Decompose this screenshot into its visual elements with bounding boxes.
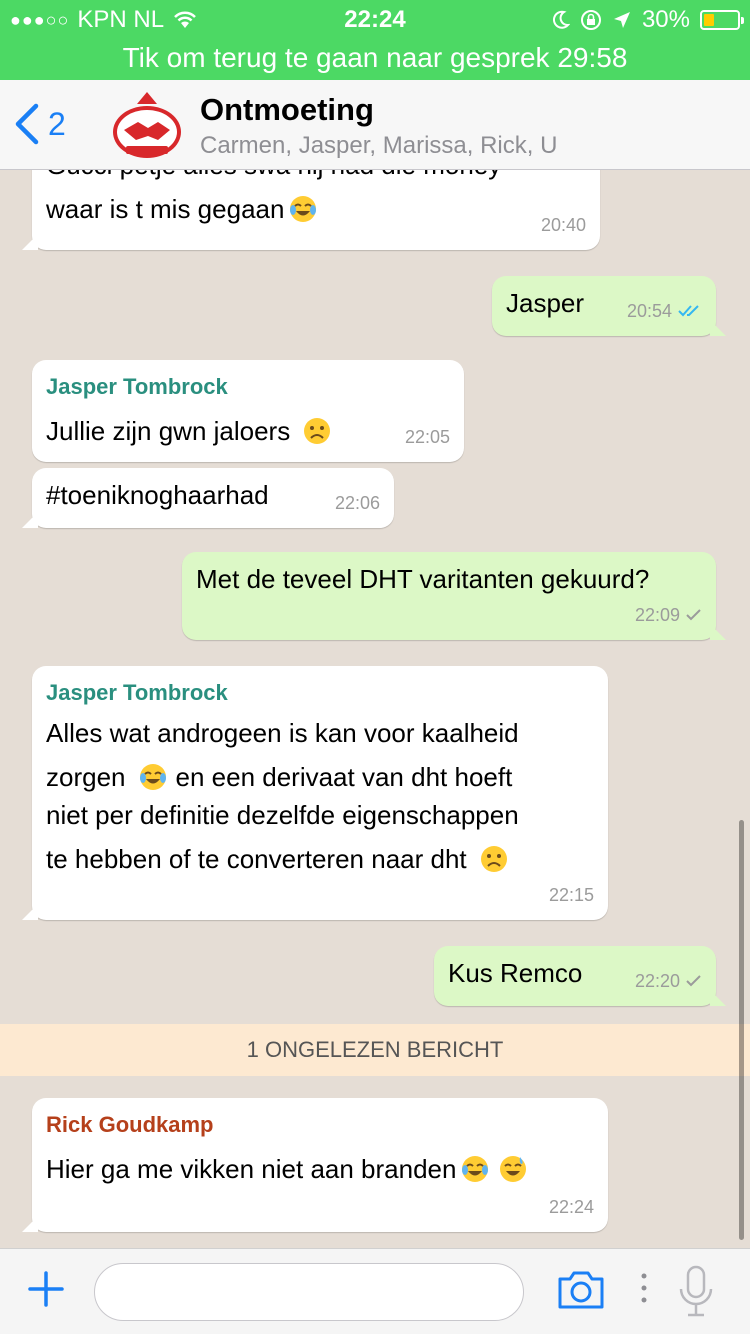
message-text-line: Gucci petje alles swa hij had die money [46, 170, 501, 186]
outgoing-message[interactable]: Jasper 20:54 [492, 276, 726, 336]
back-button[interactable]: 2 [14, 102, 66, 146]
frowning-emoji-icon [304, 418, 331, 444]
tears-of-joy-emoji-icon [139, 764, 166, 790]
single-check-sent-icon [686, 609, 701, 621]
incoming-message[interactable]: Jasper Tombrock Jullie zijn gwn jaloers … [32, 360, 464, 462]
unread-chats-count: 2 [48, 105, 66, 142]
return-to-call-banner[interactable]: Tik om terug te gaan naar gesprek 29:58 [0, 42, 750, 74]
message-text: Hier ga me vikken niet aan branden [46, 1148, 528, 1190]
status-bar: ●●●○○ KPN NL 22:24 30% Tik om terug te g… [0, 0, 750, 80]
message-input[interactable] [94, 1263, 524, 1321]
message-time: 22:09 [634, 605, 680, 625]
message-meta: 20:54 [627, 290, 702, 332]
chat-area[interactable]: Gucci petje alles swa hij had die money … [0, 170, 750, 1248]
message-time: 22:05 [404, 427, 450, 447]
incoming-message[interactable]: Gucci petje alles swa hij had die money … [22, 170, 600, 250]
battery-percent: 30% [641, 6, 690, 33]
message-text: Jullie zijn gwn jaloers [46, 410, 332, 452]
message-meta: 22:09 [635, 594, 702, 636]
outgoing-message[interactable]: Met de teveel DHT varitanten gekuurd? 22… [182, 552, 726, 640]
message-meta: 22:05 [405, 416, 450, 458]
grinning-sweat-emoji-icon [500, 1156, 527, 1182]
incoming-message[interactable]: #toeniknoghaarhad 22:06 [22, 468, 394, 528]
moon-icon [552, 10, 570, 29]
frowning-emoji-icon [480, 846, 507, 872]
message-text-line: Alles wat androgeen is kan voor kaalheid [46, 718, 519, 748]
message-text-line: waar is t mis gegaan [46, 188, 318, 230]
incoming-message[interactable]: Jasper Tombrock Alles wat androgeen is k… [22, 666, 608, 920]
message-time: 22:20 [634, 971, 680, 991]
message-meta: 22:06 [335, 482, 380, 524]
outgoing-message[interactable]: Kus Remco 22:20 [434, 946, 726, 1006]
chat-scrollbar[interactable] [739, 820, 744, 1240]
message-time: 22:24 [548, 1197, 594, 1217]
chevron-left-icon [15, 103, 39, 145]
group-avatar[interactable] [110, 88, 184, 162]
microphone-icon[interactable] [676, 1265, 716, 1319]
message-time: 22:06 [334, 493, 380, 513]
message-meta: 20:40 [541, 204, 586, 246]
tears-of-joy-emoji-icon [462, 1156, 489, 1182]
location-arrow-icon [613, 12, 630, 28]
unread-messages-banner: 1 ONGELEZEN BERICHT [0, 1024, 750, 1076]
incoming-message[interactable]: Rick Goudkamp Hier ga me vikken niet aan… [22, 1098, 608, 1232]
message-meta: 22:24 [549, 1186, 594, 1228]
message-text: Met de teveel DHT varitanten gekuurd? [196, 564, 650, 594]
message-time: 22:15 [548, 885, 594, 905]
message-text: Kus Remco [448, 958, 583, 988]
message-input-bar [0, 1248, 750, 1334]
sender-name[interactable]: Jasper Tombrock [46, 366, 228, 408]
plus-icon[interactable] [26, 1269, 66, 1309]
battery-icon [700, 10, 744, 30]
sender-name[interactable]: Jasper Tombrock [46, 672, 228, 714]
message-time: 20:54 [626, 301, 672, 321]
message-text-line: zorgen en een derivaat van dht hoeft [46, 762, 513, 792]
message-text: #toeniknoghaarhad [46, 480, 269, 510]
rotation-lock-icon [580, 10, 601, 30]
more-options-dots-icon[interactable] [640, 1271, 648, 1305]
message-text-line: te hebben of te converteren naar dht [46, 838, 509, 880]
double-check-read-icon [678, 305, 699, 317]
message-text: Jasper [506, 288, 585, 318]
message-text-line: niet per definitie dezelfde eigenschappe… [46, 800, 519, 830]
group-members[interactable]: Carmen, Jasper, Marissa, Rick, U [200, 132, 557, 160]
camera-icon[interactable] [556, 1269, 606, 1311]
message-meta: 22:20 [635, 960, 702, 1002]
sender-name[interactable]: Rick Goudkamp [46, 1104, 213, 1146]
de-ontmoeting-logo-icon [113, 92, 181, 158]
group-title[interactable]: Ontmoeting [200, 92, 374, 128]
single-check-sent-icon [686, 975, 701, 987]
message-time: 20:40 [540, 215, 586, 235]
chat-header: 2 Ontmoeting Carmen, Jasper, Marissa, Ri… [0, 80, 750, 170]
tears-of-joy-emoji-icon [290, 196, 317, 222]
message-meta: 22:15 [549, 874, 594, 916]
